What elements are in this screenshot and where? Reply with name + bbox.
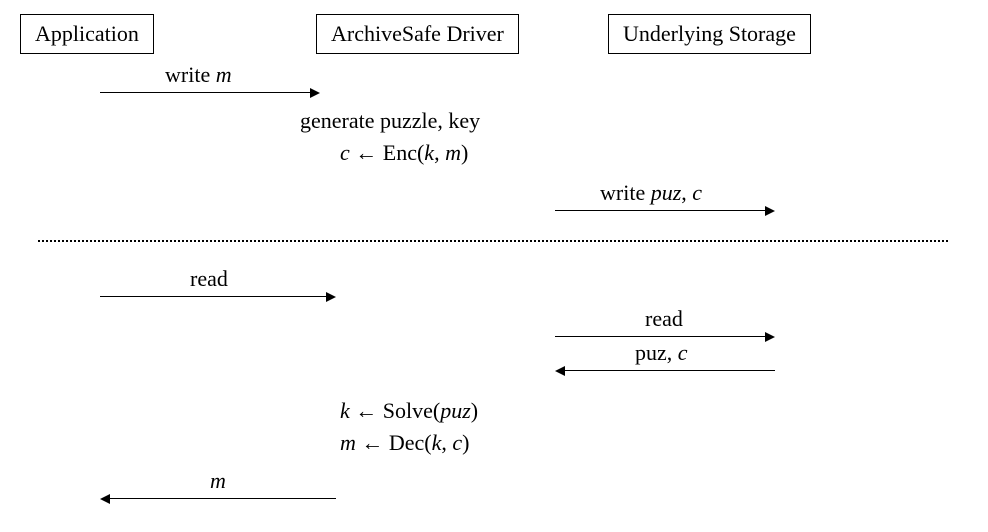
wp-c: c	[692, 180, 702, 205]
label-write-m: write m	[165, 62, 232, 88]
label-read-1: read	[190, 266, 228, 292]
dec-k: k	[432, 430, 442, 455]
ret-c: c	[678, 340, 688, 365]
wp-comma: ,	[681, 180, 692, 205]
label-puzc-return: puz, c	[635, 340, 688, 366]
label-write-m-var: m	[216, 62, 232, 87]
enc-arrow: ← Enc(	[350, 140, 425, 165]
solve-close: )	[471, 398, 478, 423]
solve-k: k	[340, 398, 350, 423]
step-decrypt: m ← Dec(k, c)	[340, 430, 470, 456]
enc-c: c	[340, 140, 350, 165]
step-encrypt: c ← Enc(k, m)	[340, 140, 468, 166]
enc-comma: ,	[434, 140, 445, 165]
dec-m: m	[340, 430, 356, 455]
driver-box: ArchiveSafe Driver	[316, 14, 519, 54]
wp-prefix: write	[600, 180, 651, 205]
enc-k: k	[424, 140, 434, 165]
dec-close: )	[462, 430, 469, 455]
ret-puz: puz,	[635, 340, 678, 365]
step-generate: generate puzzle, key	[300, 108, 480, 134]
wp-puz: puz	[651, 180, 682, 205]
solve-puz: puz	[440, 398, 471, 423]
dec-comma: ,	[441, 430, 452, 455]
step-solve: k ← Solve(puz)	[340, 398, 478, 424]
label-m-return: m	[210, 468, 226, 494]
dec-arrow: ← Dec(	[356, 430, 432, 455]
label-read-2: read	[645, 306, 683, 332]
flow-divider	[38, 240, 948, 242]
enc-close: )	[461, 140, 468, 165]
dec-c: c	[452, 430, 462, 455]
enc-m: m	[445, 140, 461, 165]
application-box: Application	[20, 14, 154, 54]
label-write-puzc: write puz, c	[600, 180, 702, 206]
label-write-m-prefix: write	[165, 62, 216, 87]
solve-arrow: ← Solve(	[350, 398, 440, 423]
storage-box: Underlying Storage	[608, 14, 811, 54]
